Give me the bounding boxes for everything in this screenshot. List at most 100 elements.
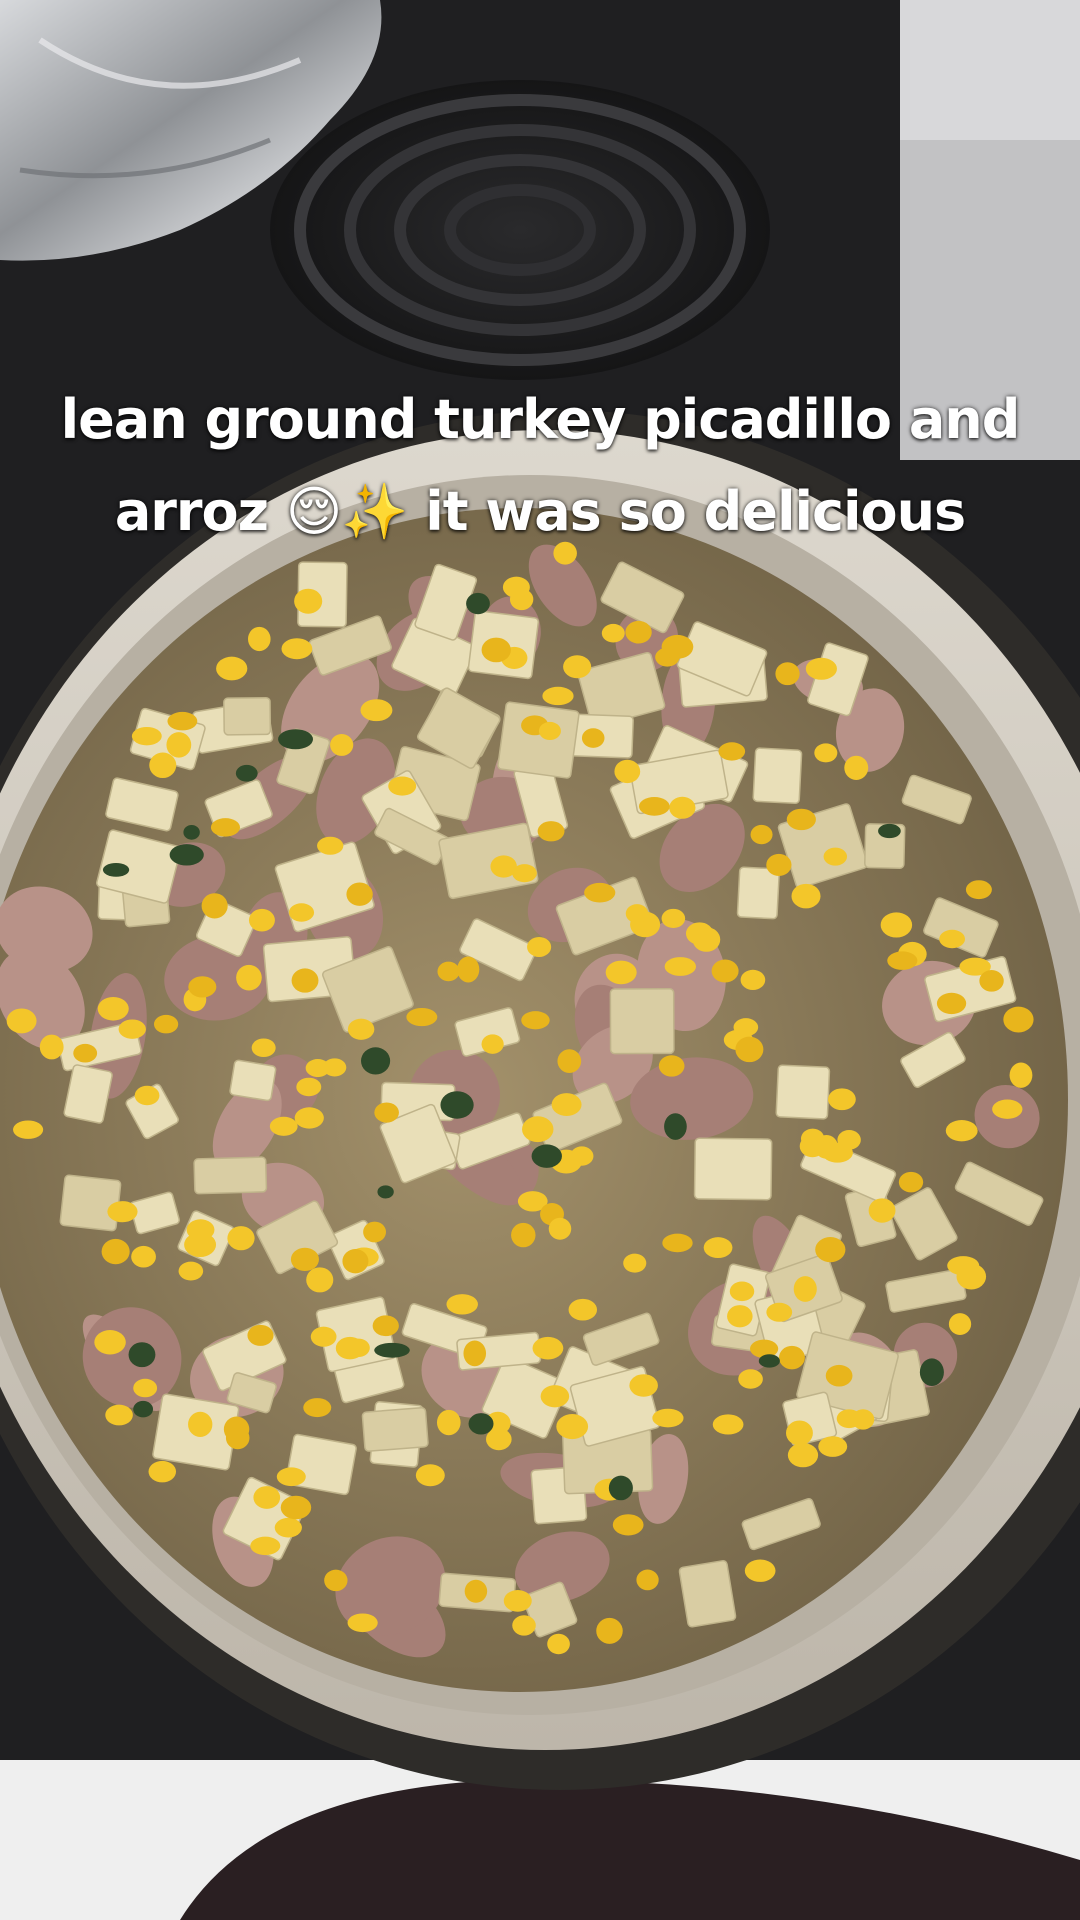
corn-kernel xyxy=(153,1014,179,1034)
corn-kernel xyxy=(823,847,848,866)
corn-kernel xyxy=(131,726,162,746)
potato-cube xyxy=(229,1059,277,1102)
herb-fleck xyxy=(377,1185,394,1199)
herb-fleck xyxy=(278,729,313,750)
corn-kernel xyxy=(537,821,565,842)
corn-kernel xyxy=(815,1237,846,1263)
corn-kernel xyxy=(887,951,918,970)
corn-kernel xyxy=(1003,1006,1034,1033)
corn-kernel xyxy=(540,1385,570,1408)
herb-fleck xyxy=(468,1413,494,1435)
corn-kernel xyxy=(868,1198,896,1223)
corn-kernel xyxy=(269,1116,298,1136)
corn-kernel xyxy=(446,1294,478,1315)
corn-kernel xyxy=(188,1411,213,1437)
corn-kernel xyxy=(178,1261,204,1281)
corn-kernel xyxy=(727,1305,753,1328)
corn-kernel xyxy=(568,1298,598,1321)
corn-kernel xyxy=(276,1467,306,1487)
corn-kernel xyxy=(481,1034,504,1054)
corn-kernel xyxy=(39,1034,64,1060)
herb-fleck xyxy=(133,1400,154,1418)
corn-kernel xyxy=(511,1222,536,1248)
corn-kernel xyxy=(744,1559,776,1582)
corn-kernel xyxy=(521,1011,550,1030)
corn-kernel xyxy=(778,1345,805,1370)
corn-kernel xyxy=(436,1409,461,1436)
corn-kernel xyxy=(542,686,574,706)
corn-kernel xyxy=(306,1267,334,1293)
corn-kernel xyxy=(463,1340,487,1367)
corn-kernel xyxy=(805,657,837,680)
corn-kernel xyxy=(658,1055,685,1077)
corn-kernel xyxy=(236,964,262,991)
corn-kernel xyxy=(253,1486,281,1509)
corn-kernel xyxy=(216,656,248,681)
potato-cube xyxy=(223,696,272,736)
corn-kernel xyxy=(662,1233,693,1253)
corn-kernel xyxy=(787,1442,819,1468)
corn-kernel xyxy=(148,1460,177,1483)
corn-kernel xyxy=(1009,1062,1033,1088)
corn-kernel xyxy=(547,1633,570,1655)
corn-kernel xyxy=(664,957,696,976)
corn-kernel xyxy=(291,968,319,993)
corn-kernel xyxy=(134,1085,160,1106)
corn-kernel xyxy=(733,1018,759,1037)
stove-burner-icon xyxy=(270,80,770,380)
corn-kernel xyxy=(201,893,228,919)
corn-kernel xyxy=(118,1019,146,1039)
corn-kernel xyxy=(502,576,530,598)
corn-kernel xyxy=(372,1315,399,1337)
corn-kernel xyxy=(347,1613,378,1633)
corn-kernel xyxy=(294,1107,324,1129)
corn-kernel xyxy=(105,1404,133,1426)
corn-kernel xyxy=(290,1247,319,1272)
sparkles-icon: ✨ xyxy=(341,480,408,543)
corn-kernel xyxy=(750,824,773,845)
corn-kernel xyxy=(310,1326,337,1347)
corn-kernel xyxy=(581,728,605,748)
corn-kernel xyxy=(825,1364,853,1387)
corn-kernel xyxy=(360,699,393,722)
corn-kernel xyxy=(247,1324,274,1346)
corn-kernel xyxy=(692,927,721,952)
corn-kernel xyxy=(718,742,746,761)
corn-kernel xyxy=(186,1219,215,1241)
corn-kernel xyxy=(149,752,177,779)
herb-fleck xyxy=(466,592,490,615)
corn-kernel xyxy=(166,732,192,758)
corn-kernel xyxy=(288,903,315,922)
corn-kernel xyxy=(623,1253,647,1273)
corn-kernel xyxy=(828,1088,856,1111)
corn-kernel xyxy=(548,1217,572,1240)
potato-cube xyxy=(693,1137,773,1201)
corn-kernel xyxy=(330,733,354,756)
corn-kernel xyxy=(766,853,792,876)
corn-kernel xyxy=(388,776,417,796)
corn-kernel xyxy=(131,1245,156,1268)
corn-kernel xyxy=(570,1146,594,1166)
corn-kernel xyxy=(107,1201,138,1223)
corn-kernel xyxy=(464,1579,488,1603)
corn-kernel xyxy=(538,721,561,741)
corn-kernel xyxy=(188,976,217,998)
corn-kernel xyxy=(563,655,592,679)
corn-kernel xyxy=(73,1043,98,1063)
potato-cube xyxy=(59,1174,122,1232)
corn-kernel xyxy=(669,796,696,819)
corn-kernel xyxy=(898,1171,924,1193)
herb-fleck xyxy=(531,1144,562,1168)
corn-kernel xyxy=(294,588,323,614)
corn-kernel xyxy=(225,1426,250,1450)
corn-kernel xyxy=(503,1590,532,1612)
potato-cube xyxy=(497,701,580,779)
corn-kernel xyxy=(557,1049,582,1073)
corn-kernel xyxy=(625,904,649,924)
corn-kernel xyxy=(605,960,637,985)
potato-cube xyxy=(736,866,780,920)
corn-kernel xyxy=(661,634,694,659)
corn-kernel xyxy=(437,961,460,982)
relieved-face-icon: 😌 xyxy=(285,480,342,543)
corn-kernel xyxy=(101,1238,130,1265)
